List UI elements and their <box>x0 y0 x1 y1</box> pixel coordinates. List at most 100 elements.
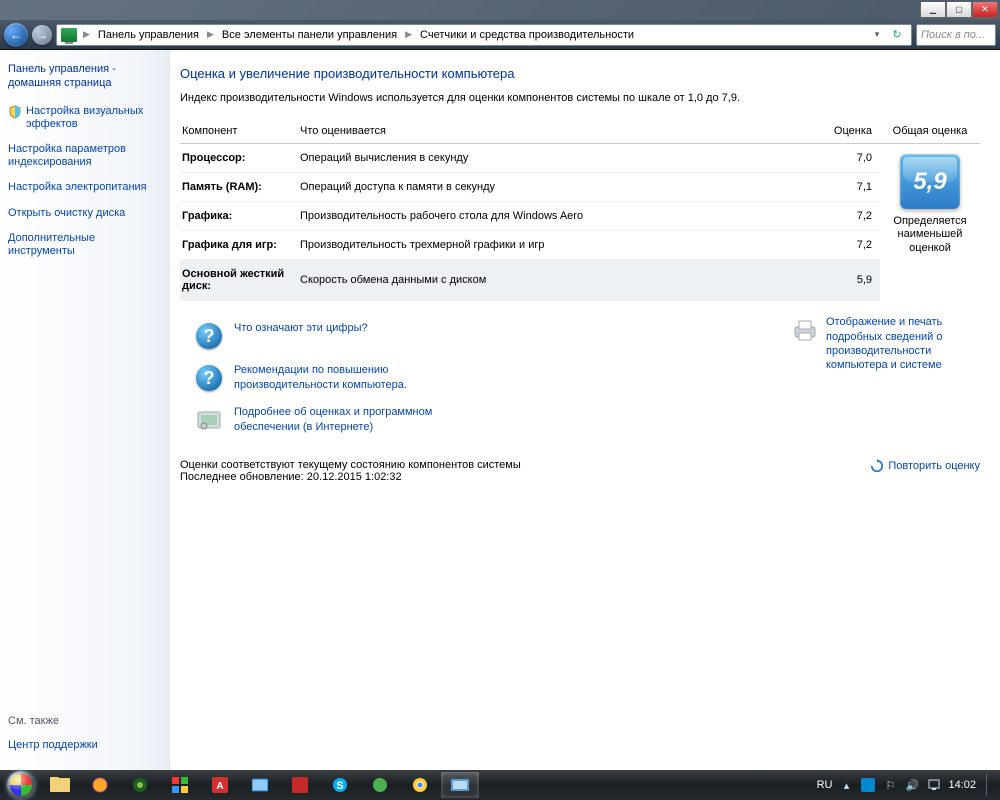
help-icon: ? <box>196 323 222 349</box>
status-text: Оценки соответствуют текущему состоянию … <box>180 459 521 483</box>
component-score: 7,2 <box>820 210 880 222</box>
help-link[interactable]: Что означают эти цифры? <box>234 321 368 335</box>
col-description: Что оценивается <box>300 125 820 137</box>
breadcrumb-dropdown[interactable]: ▾ <box>869 29 885 40</box>
component-score: 7,1 <box>820 181 880 193</box>
page-title: Оценка и увеличение производительности к… <box>180 66 980 81</box>
windows-orb-icon <box>7 771 35 799</box>
breadcrumb-separator: ▶ <box>401 29 416 40</box>
control-panel-home-link[interactable]: Панель управления - домашняя страница <box>8 62 161 99</box>
maximize-button[interactable] <box>946 2 972 18</box>
component-name: Основной жесткий диск: <box>180 268 300 292</box>
component-desc: Операций доступа к памяти в секунду <box>300 181 820 193</box>
breadcrumb-separator: ▶ <box>79 29 94 40</box>
help-link-item: ? Что означают эти цифры? <box>180 315 790 357</box>
control-panel-icon <box>61 28 77 42</box>
col-overall: Общая оценка <box>880 125 980 137</box>
sidebar-item[interactable]: Настройка визуальных эффектов <box>8 99 161 137</box>
taskbar-item[interactable] <box>281 772 319 798</box>
breadcrumb-separator: ▶ <box>203 29 218 40</box>
taskbar-item[interactable] <box>121 772 159 798</box>
taskbar-item-chrome[interactable] <box>401 772 439 798</box>
help-link-item: ? Рекомендации по повышению производител… <box>180 357 790 399</box>
taskbar-item-control-panel[interactable] <box>441 772 479 798</box>
overall-score-caption: Определяется наименьшей оценкой <box>880 215 980 255</box>
window-body: Панель управления - домашняя страница На… <box>0 50 1000 770</box>
component-score: 7,2 <box>820 239 880 251</box>
tray-network-icon[interactable] <box>926 777 942 793</box>
component-desc: Скорость обмена данными с диском <box>300 274 820 286</box>
svg-text:A: A <box>216 781 223 792</box>
minimize-button[interactable] <box>920 2 946 18</box>
print-details-link[interactable]: Отображение и печать подробных сведений … <box>826 315 980 441</box>
breadcrumb[interactable]: ▶ Панель управления ▶ Все элементы панел… <box>56 24 912 46</box>
breadcrumb-item[interactable]: Счетчики и средства производительности <box>418 27 636 43</box>
taskbar: A S RU ▴ ⚐ 🔊 14:02 <box>0 770 1000 800</box>
component-name: Графика для игр: <box>180 239 300 251</box>
taskbar-item-explorer[interactable] <box>41 772 79 798</box>
col-score: Оценка <box>820 125 880 137</box>
content: Оценка и увеличение производительности к… <box>170 50 1000 770</box>
intro-text: Индекс производительности Windows исполь… <box>180 91 770 105</box>
sidebar-item-label: Дополнительные инструменты <box>8 232 161 258</box>
tray-clock[interactable]: 14:02 <box>948 779 976 791</box>
search-input[interactable]: Поиск в по... <box>916 24 996 46</box>
printer-icon <box>790 315 820 345</box>
score-table-body: Процессор:Операций вычисления в секунду 7… <box>180 144 980 301</box>
component-name: Графика: <box>180 210 300 222</box>
sidebar-item-label: Настройка электропитания <box>8 181 147 194</box>
overall-score-badge: 5,9 <box>900 154 960 209</box>
sidebar-item[interactable]: Дополнительные инструменты <box>8 226 161 264</box>
show-desktop-button[interactable] <box>986 774 992 796</box>
help-icon: ? <box>196 365 222 391</box>
taskbar-item[interactable] <box>241 772 279 798</box>
see-also-link[interactable]: Центр поддержки <box>8 733 161 758</box>
component-desc: Операций вычисления в секунду <box>300 152 820 164</box>
start-button[interactable] <box>2 770 40 800</box>
back-button[interactable]: ← <box>4 23 28 47</box>
sidebar-item[interactable]: Настройка параметров индексирования <box>8 137 161 175</box>
col-component: Компонент <box>180 125 300 137</box>
titlebar <box>0 0 1000 20</box>
language-indicator[interactable]: RU <box>817 779 833 791</box>
forward-button[interactable]: → <box>32 25 52 45</box>
tray-volume-icon[interactable]: 🔊 <box>904 777 920 793</box>
sidebar-item-label: Настройка визуальных эффектов <box>26 105 161 131</box>
tray-action-center-icon[interactable]: ⚐ <box>882 777 898 793</box>
score-row: Графика для игр:Производительность трехм… <box>180 231 880 260</box>
component-name: Процессор: <box>180 152 300 164</box>
overall-score-cell: 5,9 Определяется наименьшей оценкой <box>880 144 980 301</box>
refresh-icon <box>870 459 884 473</box>
svg-text:S: S <box>336 780 343 792</box>
score-row: Основной жесткий диск:Скорость обмена да… <box>180 260 880 301</box>
taskbar-item[interactable] <box>161 772 199 798</box>
component-score: 5,9 <box>820 274 880 286</box>
taskbar-item[interactable] <box>361 772 399 798</box>
taskbar-item-skype[interactable]: S <box>321 772 359 798</box>
breadcrumb-item[interactable]: Все элементы панели управления <box>220 27 399 43</box>
score-row: Память (RAM):Операций доступа к памяти в… <box>180 173 880 202</box>
score-table-header: Компонент Что оценивается Оценка Общая о… <box>180 119 980 144</box>
score-row: Графика:Производительность рабочего стол… <box>180 202 880 231</box>
software-link[interactable]: Подробнее об оценках и программном обесп… <box>234 405 494 434</box>
refresh-button[interactable]: ↻ <box>887 28 907 41</box>
shield-icon <box>8 105 22 119</box>
component-name: Память (RAM): <box>180 181 300 193</box>
taskbar-item[interactable] <box>81 772 119 798</box>
close-button[interactable] <box>972 2 998 18</box>
sidebar: Панель управления - домашняя страница На… <box>0 50 170 770</box>
rerun-assessment-link[interactable]: Повторить оценку <box>870 459 980 473</box>
navbar: ← → ▶ Панель управления ▶ Все элементы п… <box>0 20 1000 50</box>
software-link-item: Подробнее об оценках и программном обесп… <box>180 399 790 441</box>
tray-icon[interactable] <box>860 777 876 793</box>
sidebar-item-label: Открыть очистку диска <box>8 207 125 220</box>
breadcrumb-item[interactable]: Панель управления <box>96 27 201 43</box>
system-tray: RU ▴ ⚐ 🔊 14:02 <box>817 774 998 796</box>
taskbar-item[interactable]: A <box>201 772 239 798</box>
tray-show-hidden-icon[interactable]: ▴ <box>838 777 854 793</box>
see-also-header: См. также <box>8 715 161 733</box>
sidebar-item[interactable]: Настройка электропитания <box>8 175 161 200</box>
recommendations-link[interactable]: Рекомендации по повышению производительн… <box>234 363 494 392</box>
sidebar-item[interactable]: Открыть очистку диска <box>8 201 161 226</box>
component-desc: Производительность рабочего стола для Wi… <box>300 210 820 222</box>
